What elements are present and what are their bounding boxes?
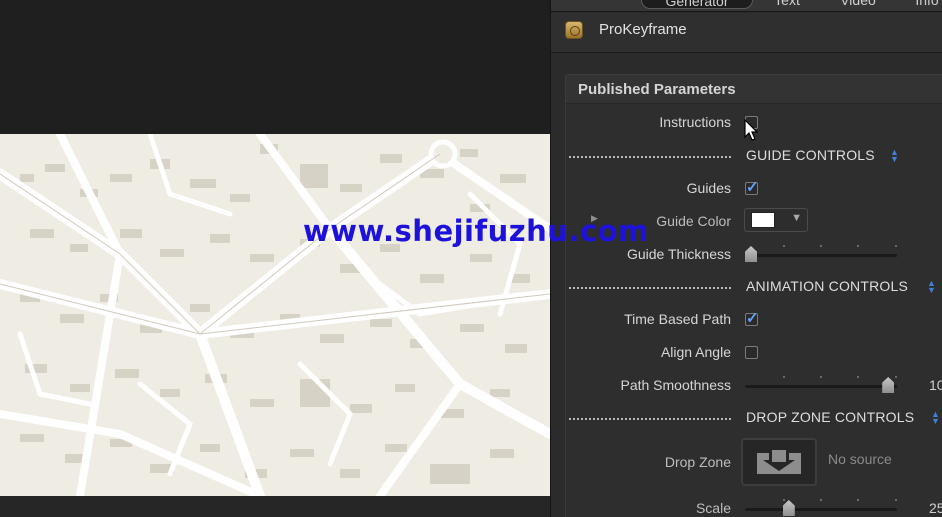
panel-header[interactable]: Published Parameters <box>566 75 942 104</box>
slider-thumb[interactable] <box>882 377 895 393</box>
param-row-align-angle: Align Angle <box>551 340 942 364</box>
guides-label: Guides <box>686 180 731 196</box>
inspector-panel: Generator Text Video Info ProKeyframe Pu… <box>550 0 942 517</box>
slider-thumb[interactable] <box>782 500 795 516</box>
tab-video[interactable]: Video <box>833 0 883 9</box>
slider-thumb[interactable] <box>745 246 757 262</box>
drop-zone-controls-section-label: DROP ZONE CONTROLS <box>746 409 915 425</box>
guides-checkbox[interactable] <box>745 178 759 196</box>
scale-value[interactable]: 25 <box>929 500 942 516</box>
prokeyframe-app-icon <box>565 21 583 39</box>
updown-chevron-icon[interactable]: ▲ ▼ <box>890 148 899 164</box>
inspector-title-row: ProKeyframe <box>551 13 942 53</box>
updown-chevron-icon[interactable]: ▲ ▼ <box>927 279 936 295</box>
updown-chevron-icon[interactable]: ▲ ▼ <box>931 410 940 426</box>
path-smoothness-value[interactable]: 10 <box>929 377 942 393</box>
param-row-drop-zone: Drop Zone No source <box>551 438 942 488</box>
align-angle-label: Align Angle <box>660 344 731 360</box>
section-drop-zone-controls[interactable]: DROP ZONE CONTROLS ▲ ▼ <box>551 405 942 429</box>
path-smoothness-slider[interactable] <box>745 376 897 393</box>
guide-color-well[interactable]: ▼ <box>744 208 808 232</box>
mouse-pointer-icon <box>744 119 758 141</box>
panel-title: Published Parameters <box>578 81 736 98</box>
param-row-scale: Scale 25 <box>551 496 942 517</box>
guide-color-label: Guide Color <box>656 213 731 229</box>
inspector-tab-bar: Generator Text Video Info <box>551 0 942 12</box>
viewer-footer <box>0 496 550 517</box>
animation-controls-section-label: ANIMATION CONTROLS <box>746 278 909 294</box>
section-guide-controls[interactable]: GUIDE CONTROLS ▲ ▼ <box>551 143 942 167</box>
canvas-viewer <box>0 0 550 517</box>
street-map-image <box>0 134 550 496</box>
watermark-text: www.shejifuzhu.com <box>303 214 649 248</box>
time-based-path-label: Time Based Path <box>624 311 731 327</box>
instructions-label: Instructions <box>659 114 731 130</box>
guide-thickness-slider[interactable] <box>745 245 897 262</box>
tab-info[interactable]: Info <box>907 0 942 9</box>
time-based-path-checkbox[interactable] <box>745 309 759 327</box>
drop-arrow-icon <box>757 450 801 474</box>
scale-slider[interactable] <box>745 499 897 516</box>
section-dotted-divider <box>569 418 731 420</box>
tab-text[interactable]: Text <box>765 0 809 9</box>
guide-thickness-label: Guide Thickness <box>626 246 731 262</box>
section-dotted-divider <box>569 156 731 158</box>
map-preview <box>0 134 550 496</box>
section-animation-controls[interactable]: ANIMATION CONTROLS ▲ ▼ <box>551 274 942 298</box>
scale-label: Scale <box>695 500 731 516</box>
path-smoothness-label: Path Smoothness <box>620 377 731 393</box>
drop-zone-label: Drop Zone <box>664 454 731 470</box>
param-row-guides: Guides <box>551 176 942 200</box>
inspector-title: ProKeyframe <box>599 21 687 38</box>
param-row-path-smoothness: Path Smoothness 10 <box>551 373 942 397</box>
drop-zone-well[interactable] <box>741 438 817 486</box>
guide-color-swatch[interactable] <box>751 212 775 228</box>
section-dotted-divider <box>569 287 731 289</box>
dropdown-arrow-icon[interactable]: ▼ <box>791 212 802 224</box>
align-angle-checkbox[interactable] <box>745 346 758 359</box>
drop-zone-status: No source <box>828 451 892 467</box>
tab-generator[interactable]: Generator <box>641 0 753 9</box>
guide-controls-section-label: GUIDE CONTROLS <box>746 147 875 163</box>
param-row-time-based-path: Time Based Path <box>551 307 942 331</box>
